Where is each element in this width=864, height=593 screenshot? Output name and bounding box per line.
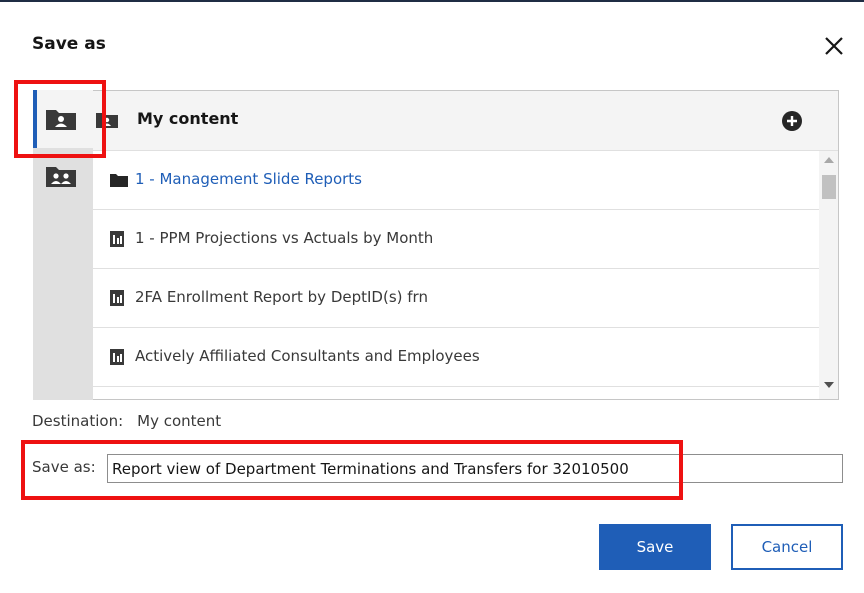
list-item[interactable]: 1 - Management Slide Reports xyxy=(93,151,819,210)
dialog-title: Save as xyxy=(32,34,106,54)
content-panel: My content 1 - Management Slide Reports … xyxy=(93,90,839,400)
list-item[interactable]: 2FA Enrollment Report by DeptID(s) frn xyxy=(93,269,819,328)
close-icon xyxy=(825,37,843,55)
add-folder-button[interactable] xyxy=(780,109,804,133)
my-content-folder-icon xyxy=(46,110,76,130)
destination-row: Destination: My content xyxy=(32,412,221,430)
my-content-folder-icon xyxy=(96,113,118,128)
close-button[interactable] xyxy=(820,32,848,60)
scroll-thumb[interactable] xyxy=(822,175,836,199)
list-item-label: 1 - PPM Projections vs Actuals by Month xyxy=(135,229,434,247)
panel-title: My content xyxy=(137,109,239,128)
content-list: 1 - Management Slide Reports 1 - PPM Pro… xyxy=(93,151,819,399)
list-item-label: 1 - Management Slide Reports xyxy=(135,170,362,188)
list-item[interactable]: 1 - PPM Projections vs Actuals by Month xyxy=(93,210,819,269)
location-rail xyxy=(33,90,93,400)
top-divider xyxy=(0,0,864,2)
cancel-button[interactable]: Cancel xyxy=(731,524,843,570)
report-icon xyxy=(110,349,124,365)
report-icon xyxy=(110,231,124,247)
scroll-down-arrow-icon[interactable] xyxy=(824,382,834,388)
folder-icon xyxy=(110,174,128,187)
list-scrollbar[interactable] xyxy=(819,151,838,399)
destination-label: Destination: xyxy=(32,412,124,430)
rail-item-my-content[interactable] xyxy=(33,90,93,148)
destination-value: My content xyxy=(137,412,222,430)
scroll-up-arrow-icon[interactable] xyxy=(824,157,834,163)
team-content-folder-icon xyxy=(46,167,76,187)
list-item-label: Actively Affiliated Consultants and Empl… xyxy=(135,347,480,365)
rail-item-team-content[interactable] xyxy=(33,150,93,208)
list-item-label: 2FA Enrollment Report by DeptID(s) frn xyxy=(135,288,428,306)
panel-header: My content xyxy=(93,91,838,151)
save-button[interactable]: Save xyxy=(599,524,711,570)
save-as-input[interactable] xyxy=(107,454,843,483)
report-icon xyxy=(110,290,124,306)
list-item[interactable]: Actively Affiliated Consultants and Empl… xyxy=(93,328,819,387)
save-as-label: Save as: xyxy=(32,458,96,476)
plus-circle-icon xyxy=(782,111,802,131)
list-item[interactable] xyxy=(93,387,819,399)
